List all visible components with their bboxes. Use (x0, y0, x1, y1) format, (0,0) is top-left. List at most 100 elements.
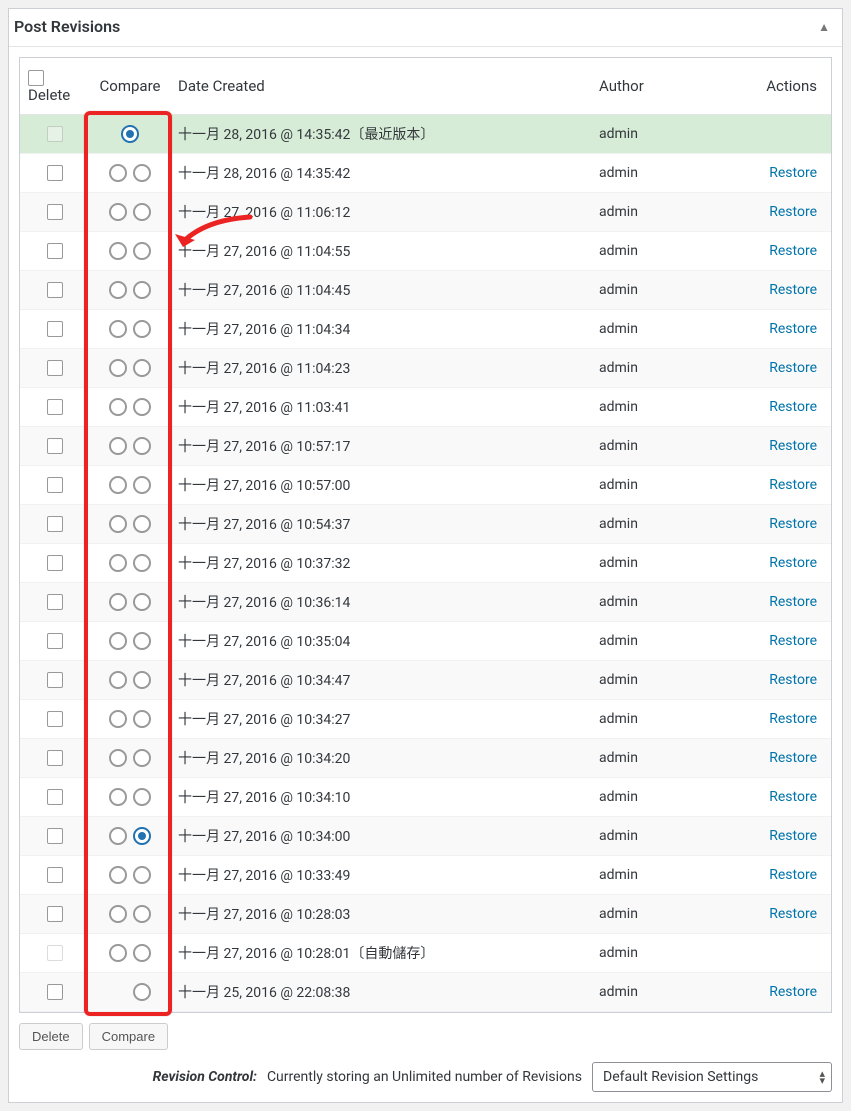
collapse-icon[interactable]: ▲ (818, 20, 830, 34)
delete-checkbox[interactable] (47, 360, 63, 376)
select-all-checkbox[interactable] (28, 70, 44, 86)
restore-link[interactable]: Restore (769, 633, 817, 649)
compare-left-radio[interactable] (109, 242, 127, 260)
table-row: 十一月 27, 2016 @ 10:34:00adminRestore (20, 817, 831, 856)
compare-left-radio[interactable] (109, 554, 127, 572)
delete-checkbox[interactable] (47, 711, 63, 727)
compare-right-radio[interactable] (133, 398, 151, 416)
compare-right-radio[interactable] (133, 320, 151, 338)
compare-left-radio[interactable] (109, 359, 127, 377)
revision-date: 十一月 27, 2016 @ 10:34:00 (170, 817, 591, 856)
restore-link[interactable]: Restore (769, 984, 817, 1000)
delete-checkbox[interactable] (47, 984, 63, 1000)
header-compare: Compare (90, 58, 170, 115)
revision-settings-select[interactable]: Default Revision Settings ▴▾ (592, 1062, 832, 1092)
delete-checkbox[interactable] (47, 399, 63, 415)
compare-right-radio[interactable] (133, 983, 151, 1001)
delete-checkbox[interactable] (47, 672, 63, 688)
delete-checkbox[interactable] (47, 243, 63, 259)
compare-left-radio[interactable] (109, 593, 127, 611)
compare-right-radio[interactable] (133, 203, 151, 221)
restore-link[interactable]: Restore (769, 321, 817, 337)
compare-right-radio[interactable] (133, 515, 151, 533)
restore-link[interactable]: Restore (769, 828, 817, 844)
delete-checkbox[interactable] (47, 789, 63, 805)
compare-right-radio[interactable] (133, 632, 151, 650)
restore-link[interactable]: Restore (769, 282, 817, 298)
compare-left-radio[interactable] (109, 515, 127, 533)
restore-link[interactable]: Restore (769, 750, 817, 766)
compare-right-radio[interactable] (133, 866, 151, 884)
delete-checkbox[interactable] (47, 165, 63, 181)
compare-right-radio[interactable] (133, 359, 151, 377)
delete-checkbox[interactable] (47, 204, 63, 220)
compare-left-radio[interactable] (109, 632, 127, 650)
restore-link[interactable]: Restore (769, 477, 817, 493)
compare-right-radio[interactable] (133, 281, 151, 299)
delete-button[interactable]: Delete (19, 1023, 83, 1050)
compare-right-radio[interactable] (133, 710, 151, 728)
delete-checkbox[interactable] (47, 126, 63, 142)
revision-author: admin (591, 934, 751, 973)
compare-left-radio[interactable] (109, 398, 127, 416)
restore-link[interactable]: Restore (769, 438, 817, 454)
delete-checkbox[interactable] (47, 867, 63, 883)
compare-left-radio[interactable] (121, 125, 139, 143)
compare-left-radio[interactable] (109, 164, 127, 182)
compare-left-radio[interactable] (109, 827, 127, 845)
restore-link[interactable]: Restore (769, 672, 817, 688)
restore-link[interactable]: Restore (769, 711, 817, 727)
compare-right-radio[interactable] (133, 905, 151, 923)
compare-right-radio[interactable] (133, 593, 151, 611)
revision-author: admin (591, 583, 751, 622)
compare-left-radio[interactable] (109, 905, 127, 923)
compare-right-radio[interactable] (133, 554, 151, 572)
delete-checkbox[interactable] (47, 633, 63, 649)
restore-link[interactable]: Restore (769, 360, 817, 376)
compare-left-radio[interactable] (109, 788, 127, 806)
delete-checkbox[interactable] (47, 906, 63, 922)
delete-checkbox[interactable] (47, 438, 63, 454)
delete-checkbox[interactable] (47, 945, 63, 961)
restore-link[interactable]: Restore (769, 399, 817, 415)
restore-link[interactable]: Restore (769, 243, 817, 259)
compare-left-radio[interactable] (109, 671, 127, 689)
compare-left-radio[interactable] (109, 320, 127, 338)
compare-left-radio[interactable] (109, 437, 127, 455)
revision-date: 十一月 27, 2016 @ 10:34:20 (170, 739, 591, 778)
delete-checkbox[interactable] (47, 594, 63, 610)
restore-link[interactable]: Restore (769, 867, 817, 883)
compare-right-radio[interactable] (133, 944, 151, 962)
delete-checkbox[interactable] (47, 828, 63, 844)
delete-checkbox[interactable] (47, 477, 63, 493)
delete-checkbox[interactable] (47, 750, 63, 766)
compare-left-radio[interactable] (109, 710, 127, 728)
compare-right-radio[interactable] (133, 671, 151, 689)
restore-link[interactable]: Restore (769, 594, 817, 610)
compare-left-radio[interactable] (109, 944, 127, 962)
delete-checkbox[interactable] (47, 555, 63, 571)
compare-right-radio[interactable] (133, 242, 151, 260)
restore-link[interactable]: Restore (769, 204, 817, 220)
compare-right-radio[interactable] (133, 788, 151, 806)
compare-right-radio[interactable] (133, 749, 151, 767)
delete-checkbox[interactable] (47, 516, 63, 532)
restore-link[interactable]: Restore (769, 516, 817, 532)
compare-left-radio[interactable] (109, 749, 127, 767)
compare-right-radio[interactable] (133, 827, 151, 845)
compare-left-radio[interactable] (109, 476, 127, 494)
restore-link[interactable]: Restore (769, 789, 817, 805)
compare-left-radio[interactable] (109, 203, 127, 221)
restore-link[interactable]: Restore (769, 906, 817, 922)
compare-left-radio[interactable] (109, 281, 127, 299)
compare-button[interactable]: Compare (89, 1023, 168, 1050)
revision-date: 十一月 27, 2016 @ 10:36:14 (170, 583, 591, 622)
compare-left-radio[interactable] (109, 866, 127, 884)
restore-link[interactable]: Restore (769, 165, 817, 181)
delete-checkbox[interactable] (47, 282, 63, 298)
delete-checkbox[interactable] (47, 321, 63, 337)
restore-link[interactable]: Restore (769, 555, 817, 571)
compare-right-radio[interactable] (133, 164, 151, 182)
compare-right-radio[interactable] (133, 476, 151, 494)
compare-right-radio[interactable] (133, 437, 151, 455)
